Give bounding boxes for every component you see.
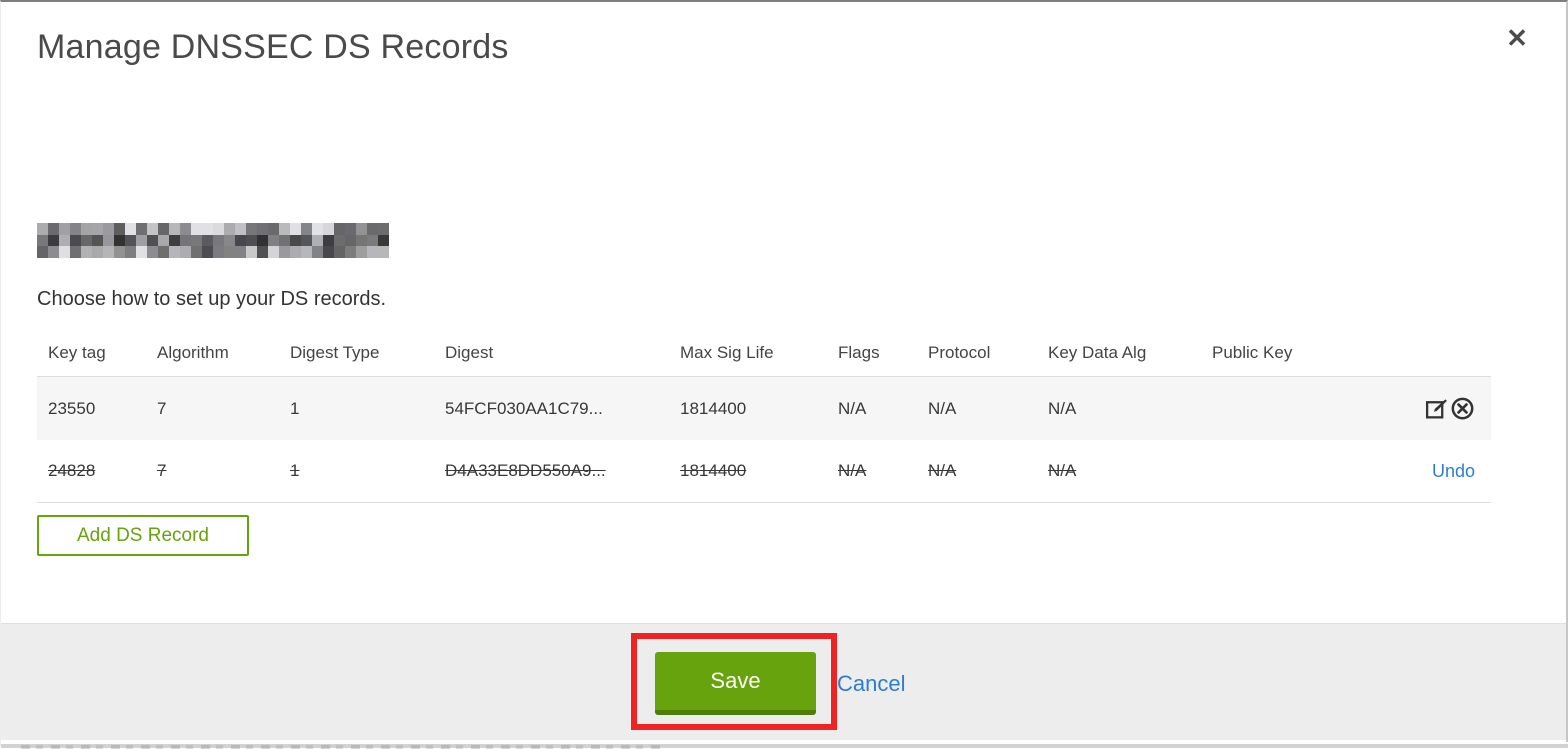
edit-record-button[interactable] xyxy=(1423,396,1449,422)
column-header-flags: Flags xyxy=(838,343,880,362)
cell-digest-type: 1 xyxy=(290,398,300,418)
column-header-key-tag: Key tag xyxy=(48,343,106,362)
add-ds-record-button[interactable]: Add DS Record xyxy=(37,515,249,556)
column-header-public-key: Public Key xyxy=(1212,343,1293,362)
cell-algorithm: 7 xyxy=(157,398,167,418)
save-button[interactable]: Save xyxy=(655,652,816,715)
delete-record-icon[interactable] xyxy=(1449,396,1475,422)
cell-key-data-alg: N/A xyxy=(1048,461,1077,480)
cell-key-data-alg: N/A xyxy=(1048,398,1077,418)
column-header-protocol: Protocol xyxy=(928,343,991,362)
manage-dnssec-dialog: Manage DNSSEC DS Records ✕ Choose how to… xyxy=(0,0,1568,749)
circle-x-icon xyxy=(1450,396,1475,421)
cell-protocol: N/A xyxy=(928,461,957,480)
cell-max-sig-life: 1814400 xyxy=(680,461,747,480)
table-header-row: Key tag Algorithm Digest Type Digest Max… xyxy=(37,330,1491,377)
cell-max-sig-life: 1814400 xyxy=(680,398,747,418)
column-header-algorithm: Algorithm xyxy=(157,343,229,362)
ds-records-table: Key tag Algorithm Digest Type Digest Max… xyxy=(37,330,1491,503)
undo-link[interactable]: Undo xyxy=(1432,461,1475,482)
column-header-key-data-alg: Key Data Alg xyxy=(1048,343,1147,362)
column-header-digest-type: Digest Type xyxy=(290,343,380,362)
page-title: Manage DNSSEC DS Records xyxy=(37,28,509,66)
cell-key-tag: 23550 xyxy=(48,398,96,418)
table-row-marked-for-deletion: 24828 7 1 D4A33E8DD550A9... 1814400 N/A … xyxy=(37,440,1491,503)
table-row: 23550 7 1 54FCF030AA1C79... 1814400 N/A … xyxy=(37,377,1491,440)
cancel-link[interactable]: Cancel xyxy=(837,671,905,697)
cell-protocol: N/A xyxy=(928,398,957,418)
cell-flags: N/A xyxy=(838,398,867,418)
intro-text: Choose how to set up your DS records. xyxy=(37,288,387,310)
background-page-edge xyxy=(1,742,1568,749)
close-icon[interactable]: ✕ xyxy=(1499,20,1535,56)
cell-algorithm: 7 xyxy=(157,461,167,480)
cell-digest: D4A33E8DD550A9... xyxy=(445,461,606,480)
cell-digest-type: 1 xyxy=(290,461,300,480)
redacted-domain-name xyxy=(37,223,389,258)
column-header-digest: Digest xyxy=(445,343,494,362)
dialog-footer: Save Cancel xyxy=(1,623,1566,740)
cell-digest: 54FCF030AA1C79... xyxy=(445,398,603,418)
cell-flags: N/A xyxy=(838,461,867,480)
cell-key-tag: 24828 xyxy=(48,461,96,480)
edit-pencil-icon xyxy=(1424,396,1449,421)
column-header-max-sig-life: Max Sig Life xyxy=(680,343,774,362)
